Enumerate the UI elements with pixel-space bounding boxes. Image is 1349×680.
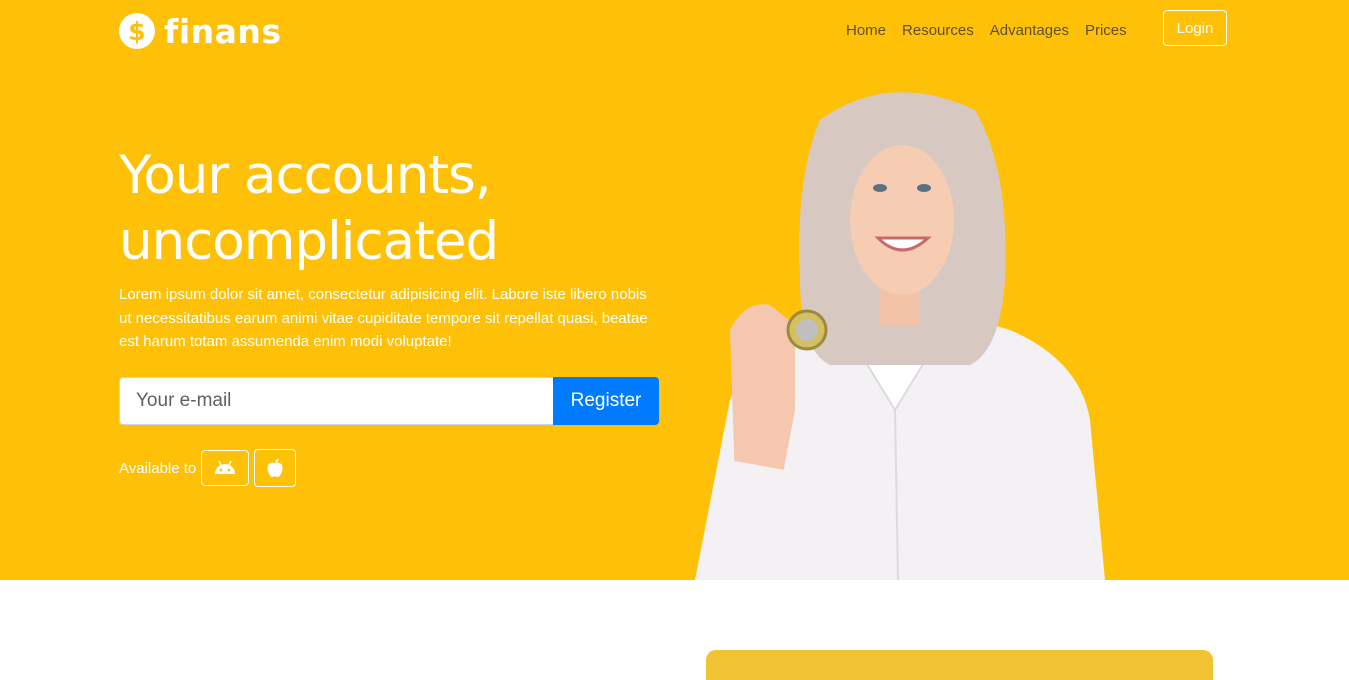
nav-item-advantages[interactable]: Advantages [990, 20, 1069, 42]
register-button[interactable]: Register [553, 377, 659, 425]
content-card [706, 650, 1213, 680]
headline-line-1: Your accounts, [119, 145, 492, 206]
apple-icon [267, 458, 283, 477]
main-nav: Home Resources Advantages Prices [846, 20, 1143, 42]
apple-store-button[interactable] [254, 449, 297, 487]
signup-form: Register [119, 377, 659, 425]
dollar-icon: $ [119, 13, 155, 49]
android-store-button[interactable] [201, 450, 250, 486]
hero-description: Lorem ipsum dolor sit amet, consectetur … [119, 286, 648, 350]
app-availability: Available to [119, 449, 301, 487]
hero-section: $ finans Home Resources Advantages Price… [0, 0, 1349, 580]
brand-logo[interactable]: $ finans [119, 12, 282, 50]
hero-headline: Your accounts, uncomplicated [119, 143, 499, 275]
nav-item-home[interactable]: Home [846, 20, 886, 42]
nav-item-resources[interactable]: Resources [902, 20, 974, 42]
login-button[interactable]: Login [1163, 10, 1227, 46]
available-label: Available to [119, 459, 197, 477]
headline-line-2: uncomplicated [119, 211, 499, 272]
nav-item-prices[interactable]: Prices [1085, 20, 1127, 42]
android-icon [215, 460, 236, 474]
brand-name: finans [164, 11, 282, 51]
woman-holding-coin-image [695, 92, 1105, 580]
email-field[interactable] [119, 377, 553, 425]
